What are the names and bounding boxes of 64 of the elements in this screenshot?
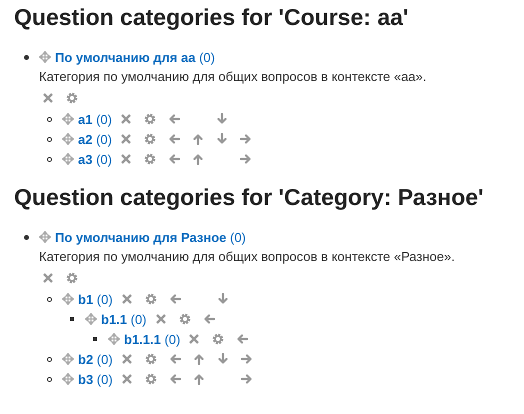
move-icon[interactable] bbox=[62, 373, 74, 385]
delete-icon[interactable] bbox=[120, 133, 132, 145]
settings-icon[interactable] bbox=[144, 113, 156, 125]
delete-icon[interactable] bbox=[120, 293, 133, 305]
category-link[interactable]: По умолчанию для аа (0) bbox=[55, 50, 215, 64]
settings-icon[interactable] bbox=[66, 272, 78, 284]
arrow-right-icon[interactable] bbox=[240, 353, 253, 365]
move-icon[interactable] bbox=[62, 353, 74, 365]
delete-icon[interactable] bbox=[120, 373, 133, 385]
move-icon[interactable] bbox=[39, 51, 51, 63]
settings-icon[interactable] bbox=[144, 293, 157, 305]
category-description: Категория по умолчанию для общих вопросов в контексте «аа». bbox=[39, 68, 426, 86]
arrow-left-icon[interactable] bbox=[168, 133, 180, 145]
arrow-down-icon[interactable] bbox=[216, 113, 228, 125]
arrow-left-icon[interactable] bbox=[236, 333, 248, 345]
delete-icon[interactable] bbox=[120, 153, 132, 165]
settings-icon[interactable] bbox=[144, 133, 156, 145]
delete-icon[interactable] bbox=[120, 113, 132, 125]
category-link[interactable]: b2 (0) bbox=[78, 352, 113, 366]
settings-icon[interactable] bbox=[144, 353, 157, 365]
category-link[interactable]: b1 (0) bbox=[78, 292, 113, 306]
arrow-left-icon[interactable] bbox=[168, 373, 181, 385]
delete-icon[interactable] bbox=[188, 333, 200, 345]
category-link[interactable]: b3 (0) bbox=[78, 372, 113, 386]
arrow-up-icon[interactable] bbox=[192, 353, 205, 365]
arrow-left-icon[interactable] bbox=[168, 293, 181, 305]
move-icon[interactable] bbox=[85, 313, 97, 325]
arrow-left-icon[interactable] bbox=[202, 313, 215, 325]
arrow-down-icon[interactable] bbox=[216, 293, 229, 305]
delete-icon[interactable] bbox=[42, 92, 54, 104]
delete-icon[interactable] bbox=[154, 313, 167, 325]
arrow-up-icon[interactable] bbox=[192, 133, 204, 145]
settings-icon[interactable] bbox=[178, 313, 191, 325]
arrow-up-icon[interactable] bbox=[192, 373, 205, 385]
section-heading: Question categories for 'Course: aa' bbox=[14, 3, 410, 31]
category-link[interactable]: a3 (0) bbox=[78, 152, 112, 166]
category-link[interactable]: b1.1 (0) bbox=[101, 312, 147, 326]
arrow-right-icon[interactable] bbox=[240, 373, 253, 385]
category-link[interactable]: По умолчанию для Разное (0) bbox=[55, 230, 246, 244]
delete-icon[interactable] bbox=[120, 353, 133, 365]
move-icon[interactable] bbox=[62, 293, 74, 305]
move-icon[interactable] bbox=[62, 133, 74, 145]
arrow-up-icon[interactable] bbox=[192, 153, 204, 165]
settings-icon[interactable] bbox=[144, 373, 157, 385]
section-heading: Question categories for 'Category: Разное' bbox=[14, 183, 485, 211]
arrow-right-icon[interactable] bbox=[240, 153, 252, 165]
arrow-left-icon[interactable] bbox=[168, 153, 180, 165]
move-icon[interactable] bbox=[39, 231, 51, 243]
move-icon[interactable] bbox=[108, 333, 120, 345]
move-icon[interactable] bbox=[62, 153, 74, 165]
settings-icon[interactable] bbox=[144, 153, 156, 165]
arrow-right-icon[interactable] bbox=[240, 133, 252, 145]
category-link[interactable]: b1.1.1 (0) bbox=[124, 332, 180, 346]
settings-icon[interactable] bbox=[66, 92, 78, 104]
delete-icon[interactable] bbox=[42, 272, 54, 284]
settings-icon[interactable] bbox=[212, 333, 224, 345]
arrow-left-icon[interactable] bbox=[168, 353, 181, 365]
category-link[interactable]: a2 (0) bbox=[78, 132, 112, 146]
category-link[interactable]: a1 (0) bbox=[78, 112, 112, 126]
arrow-down-icon[interactable] bbox=[216, 133, 228, 145]
move-icon[interactable] bbox=[62, 113, 74, 125]
category-description: Категория по умолчанию для общих вопросов в контексте «Разное». bbox=[39, 248, 455, 266]
arrow-left-icon[interactable] bbox=[168, 113, 180, 125]
arrow-down-icon[interactable] bbox=[216, 353, 229, 365]
